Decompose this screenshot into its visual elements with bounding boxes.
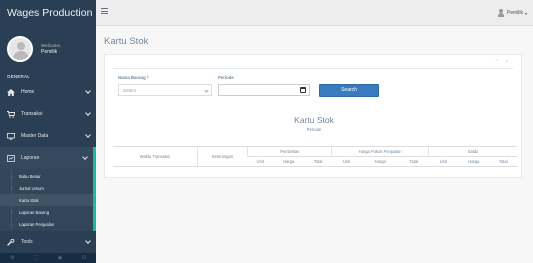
- submenu-item-buku-besar[interactable]: Buku Besar: [0, 170, 93, 182]
- page-title: Kartu Stok: [104, 36, 149, 47]
- sidebar-item-label: Laporan: [21, 155, 40, 161]
- user-menu[interactable]: Pemilik ▾: [497, 9, 527, 17]
- col-total: Total: [304, 156, 332, 167]
- calendar-icon[interactable]: [300, 87, 306, 93]
- col-unit: Unit: [428, 156, 459, 167]
- home-icon: [7, 88, 15, 96]
- col-harga: Harga: [272, 156, 305, 167]
- desktop-icon: [7, 132, 15, 140]
- sidebar-item-tools[interactable]: Tools: [0, 231, 96, 253]
- eye-icon[interactable]: ◉: [58, 255, 62, 261]
- caret-down-icon: ▾: [524, 10, 527, 16]
- group-pembelian: Pembelian: [247, 146, 332, 157]
- report-subtitle: Periode: [306, 127, 322, 132]
- profile-name: Pemilik: [41, 49, 58, 55]
- welcome-text: Welcome,: [41, 43, 62, 48]
- chevron-down-icon: [85, 88, 91, 94]
- menu-toggle-icon[interactable]: [101, 8, 108, 14]
- col-waktu-transaksi: Waktu Transaksi: [113, 146, 198, 167]
- periode-input[interactable]: [218, 84, 310, 96]
- sidebar-item-label: Tools: [21, 239, 33, 245]
- chevron-down-icon: [85, 110, 91, 116]
- kartu-stok-table: Waktu Transaksi Keterangan Pembelian Har…: [113, 146, 517, 167]
- sidebar: Wages Production Welcome, Pemilik GENERA…: [0, 0, 96, 263]
- settings-icon[interactable]: ⚙: [10, 255, 14, 261]
- chevron-down-icon: [85, 238, 91, 244]
- laporan-submenu: Buku Besar Jurnal Umum Kartu Stok Lapora…: [0, 169, 96, 231]
- search-button[interactable]: Search: [319, 84, 379, 97]
- group-hpp: Harga Pokok Penjualan: [331, 146, 429, 157]
- sidebar-item-transaksi[interactable]: Transaksi: [0, 103, 96, 125]
- submenu-item-jurnal-umum[interactable]: Jurnal Umum: [0, 182, 93, 194]
- col-harga: Harga: [458, 156, 490, 167]
- barang-select-value: Select: [123, 88, 136, 93]
- barang-select[interactable]: Select: [118, 84, 212, 96]
- top-nav: Pemilik ▾: [96, 0, 533, 26]
- submenu-item-laporan-barang[interactable]: Laporan Barang: [0, 206, 93, 218]
- sidebar-footer: ⚙ ⛶ ◉ ⏻: [0, 253, 96, 263]
- user-avatar-icon: [497, 9, 504, 17]
- barang-label: Nama Barang *: [118, 75, 149, 80]
- user-name: Pemilik: [506, 10, 523, 16]
- chevron-down-icon: [85, 132, 91, 138]
- avatar: [7, 36, 33, 62]
- sidebar-item-label: Transaksi: [21, 111, 43, 117]
- report-title: Kartu Stok: [294, 115, 334, 125]
- periode-label: Periode: [218, 75, 234, 80]
- col-total: Total: [489, 156, 517, 167]
- group-saldo: Saldo: [428, 146, 517, 157]
- sidebar-item-label: Home: [21, 89, 35, 95]
- report-icon: [7, 154, 15, 162]
- cart-icon: [7, 110, 15, 118]
- col-total: Total: [399, 156, 429, 167]
- wrench-icon: [7, 238, 15, 246]
- profile-block: Welcome, Pemilik: [0, 26, 96, 70]
- divider: [113, 68, 513, 69]
- fullscreen-icon[interactable]: ⛶: [34, 255, 38, 261]
- sidebar-item-laporan[interactable]: Laporan: [0, 147, 96, 169]
- submenu-item-kartu-stok[interactable]: Kartu Stok: [0, 194, 93, 206]
- power-icon[interactable]: ⏻: [82, 255, 86, 261]
- panel-tools[interactable]: ^ ×: [495, 59, 511, 65]
- sidebar-section-label: GENERAL: [7, 74, 30, 79]
- sidebar-item-label: Master Data: [21, 133, 49, 139]
- col-unit: Unit: [331, 156, 362, 167]
- sidebar-item-master-data[interactable]: Master Data: [0, 125, 96, 147]
- chevron-down-icon: [82, 154, 88, 160]
- sidebar-item-home[interactable]: Home: [0, 81, 96, 103]
- content-panel: ^ × Nama Barang * Select Periode Search …: [104, 54, 522, 178]
- submenu-item-laporan-penjualan[interactable]: Laporan Penjualan: [0, 218, 93, 230]
- app-title[interactable]: Wages Production: [0, 0, 96, 26]
- col-keterangan: Keterangan: [196, 146, 248, 167]
- col-harga: Harga: [361, 156, 400, 167]
- col-unit: Unit: [247, 156, 273, 167]
